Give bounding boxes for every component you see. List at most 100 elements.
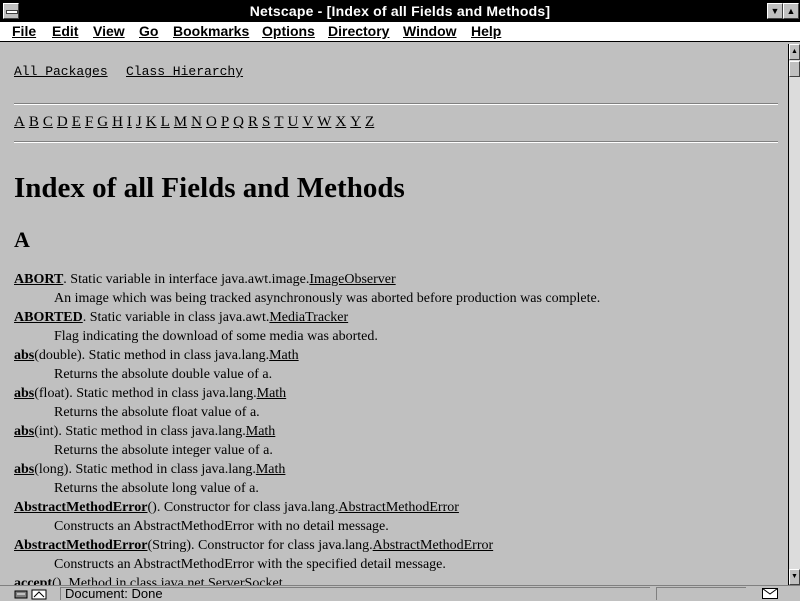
entry-text: (float). Static method in class java.lan… [34, 386, 257, 401]
index-entry: ABORT. Static variable in interface java… [14, 272, 396, 288]
title-bar: Netscape - [Index of all Fields and Meth… [0, 0, 800, 22]
index-entry: abs(long). Static method in class java.l… [14, 462, 285, 478]
letter-link[interactable]: D [57, 114, 68, 130]
security-key-icon [14, 589, 47, 600]
menu-view[interactable]: View [93, 23, 125, 39]
entry-description: Returns the absolute double value of a. [54, 367, 273, 382]
letter-link[interactable]: F [85, 114, 93, 130]
mail-icon[interactable] [762, 588, 778, 599]
letter-link[interactable]: T [274, 114, 283, 130]
letter-link[interactable]: P [221, 114, 229, 130]
entry-text: (double). Static method in class java.la… [34, 348, 270, 363]
entry-text: (String). Constructor for class java.lan… [147, 538, 373, 553]
maximize-icon[interactable]: ▲ [783, 3, 799, 19]
index-entry: accept(). Method in class java.net.Serve… [14, 576, 283, 585]
member-link[interactable]: AbstractMethodError [14, 538, 148, 553]
index-entry: abs(int). Static method in class java.la… [14, 424, 275, 440]
entry-text: (long). Static method in class java.lang… [34, 462, 256, 477]
member-link[interactable]: abs [14, 462, 34, 477]
menu-edit[interactable]: Edit [52, 23, 78, 39]
scroll-up-icon[interactable]: ▲ [789, 44, 800, 60]
member-link[interactable]: abs [14, 348, 34, 363]
class-link[interactable]: Math [246, 424, 276, 439]
scroll-down-icon[interactable]: ▼ [789, 569, 800, 585]
letter-link[interactable]: Y [350, 114, 361, 130]
scroll-thumb[interactable] [789, 61, 800, 77]
alphabet-index: ABCDEFGHIJKLMNOPQRSTUVWXYZ [14, 114, 378, 131]
member-link[interactable]: ABORTED [14, 310, 83, 325]
entry-description: Constructs an AbstractMethodError with n… [54, 519, 389, 534]
class-link[interactable]: ImageObserver [309, 272, 395, 287]
class-link[interactable]: AbstractMethodError [338, 500, 459, 515]
entry-description: An image which was being tracked asynchr… [54, 291, 601, 306]
letter-link[interactable]: V [302, 114, 313, 130]
letter-link[interactable]: B [29, 114, 39, 130]
progress-field [656, 587, 746, 600]
member-link[interactable]: ABORT [14, 272, 63, 287]
letter-link[interactable]: A [14, 114, 25, 130]
letter-link[interactable]: G [97, 114, 108, 130]
letter-link[interactable]: U [288, 114, 299, 130]
member-link[interactable]: abs [14, 386, 34, 401]
member-link[interactable]: abs [14, 424, 34, 439]
entry-text: . Static variable in interface java.awt.… [63, 272, 310, 287]
status-text: Document: Done [65, 586, 163, 601]
menu-bar: File Edit View Go Bookmarks Options Dire… [0, 22, 800, 42]
class-hierarchy-link[interactable]: Class Hierarchy [126, 64, 243, 79]
entry-description: Returns the absolute long value of a. [54, 481, 259, 496]
entry-description: Constructs an AbstractMethodError with t… [54, 557, 446, 572]
member-link[interactable]: AbstractMethodError [14, 500, 148, 515]
class-link[interactable]: MediaTracker [269, 310, 348, 325]
window-title: Netscape - [Index of all Fields and Meth… [249, 3, 551, 19]
index-entry: AbstractMethodError(String). Constructor… [14, 538, 493, 554]
entry-description: Returns the absolute float value of a. [54, 405, 260, 420]
member-link[interactable]: accept [14, 576, 52, 585]
letter-link[interactable]: J [136, 114, 142, 130]
section-heading: A [14, 227, 30, 252]
letter-link[interactable]: S [262, 114, 270, 130]
letter-link[interactable]: M [174, 114, 187, 130]
letter-link[interactable]: L [161, 114, 170, 130]
letter-link[interactable]: Z [365, 114, 374, 130]
entry-text: . Static variable in class java.awt. [82, 310, 270, 325]
index-entry: abs(float). Static method in class java.… [14, 386, 286, 402]
status-field: Document: Done [60, 586, 650, 601]
entry-description: Flag indicating the download of some med… [54, 329, 378, 344]
index-entry: AbstractMethodError(). Constructor for c… [14, 500, 459, 516]
letter-link[interactable]: R [248, 114, 258, 130]
letter-link[interactable]: O [206, 114, 217, 130]
letter-link[interactable]: X [335, 114, 346, 130]
entry-text: (). Method in class java.net. [52, 576, 208, 585]
menu-go[interactable]: Go [139, 23, 158, 39]
letter-link[interactable]: C [43, 114, 53, 130]
divider [14, 141, 778, 143]
class-link[interactable]: AbstractMethodError [373, 538, 494, 553]
all-packages-link[interactable]: All Packages [14, 64, 108, 79]
index-entry: abs(double). Static method in class java… [14, 348, 299, 364]
letter-link[interactable]: W [317, 114, 331, 130]
class-link[interactable]: Math [269, 348, 299, 363]
letter-link[interactable]: K [146, 114, 157, 130]
letter-link[interactable]: H [112, 114, 123, 130]
menu-options[interactable]: Options [262, 23, 315, 39]
class-link[interactable]: ServerSocket [208, 576, 283, 585]
entry-text: (). Constructor for class java.lang. [147, 500, 339, 515]
letter-link[interactable]: Q [233, 114, 244, 130]
letter-link[interactable]: I [127, 114, 132, 130]
entry-text: (int). Static method in class java.lang. [34, 424, 246, 439]
menu-help[interactable]: Help [471, 23, 501, 39]
letter-link[interactable]: N [191, 114, 202, 130]
menu-window[interactable]: Window [403, 23, 457, 39]
class-link[interactable]: Math [256, 462, 286, 477]
minimize-icon[interactable]: ▼ [767, 3, 783, 19]
entry-description: Returns the absolute integer value of a. [54, 443, 273, 458]
page-content: All Packages Class Hierarchy ABCDEFGHIJK… [0, 44, 788, 585]
status-bar: Document: Done [0, 585, 800, 601]
page-title: Index of all Fields and Methods [14, 172, 405, 204]
menu-directory[interactable]: Directory [328, 23, 389, 39]
menu-bookmarks[interactable]: Bookmarks [173, 23, 249, 39]
letter-link[interactable]: E [72, 114, 81, 130]
class-link[interactable]: Math [257, 386, 287, 401]
vertical-scrollbar[interactable]: ▲ ▼ [788, 44, 800, 585]
menu-file[interactable]: File [12, 23, 36, 39]
